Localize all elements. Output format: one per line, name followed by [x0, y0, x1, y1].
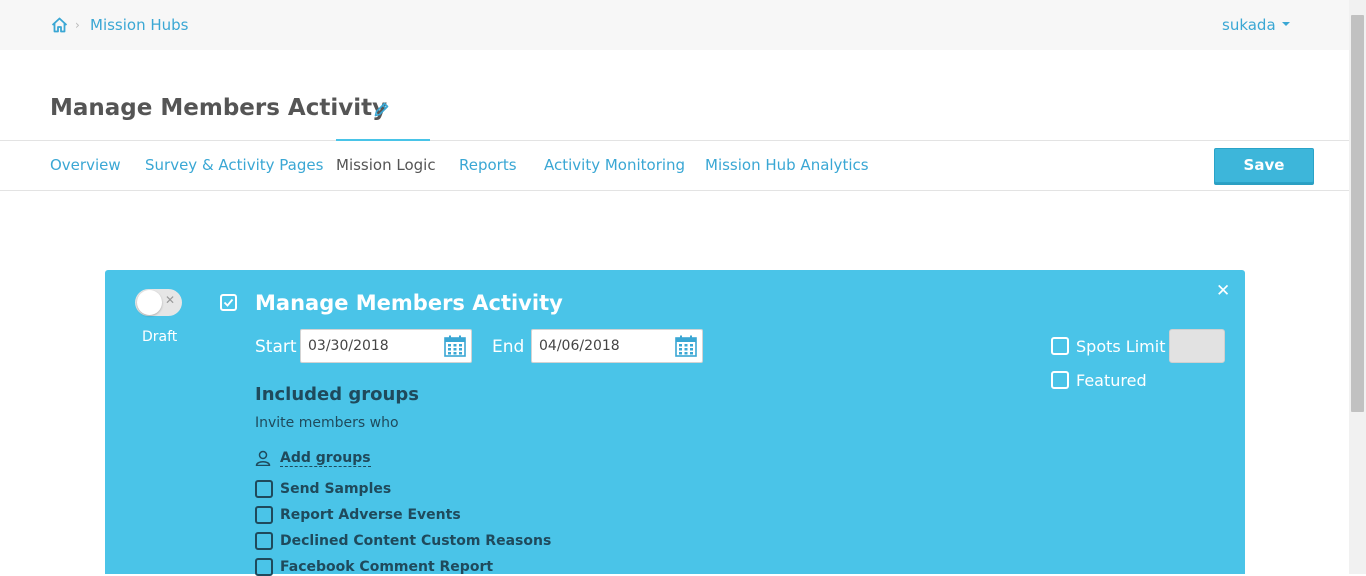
active-tab-indicator [336, 139, 430, 141]
tab-mission-hub-analytics[interactable]: Mission Hub Analytics [705, 156, 869, 174]
group-label: Facebook Comment Report [280, 559, 494, 575]
page-title: Manage Members Activity [50, 95, 388, 121]
calendar-icon[interactable] [444, 335, 466, 357]
top-bar: › Mission Hubs sukada [0, 0, 1349, 50]
scrollbar-thumb[interactable] [1351, 15, 1364, 412]
draft-label: Draft [142, 329, 178, 345]
activity-select-checkbox[interactable] [220, 294, 237, 311]
close-icon[interactable]: ✕ [1216, 281, 1230, 301]
draft-toggle[interactable]: ✕ [135, 289, 182, 316]
tab-mission-logic[interactable]: Mission Logic [336, 156, 436, 174]
save-button[interactable]: Save [1214, 148, 1314, 183]
breadcrumb-separator-icon: › [75, 18, 80, 32]
end-label: End [492, 337, 525, 357]
group-checkbox-declined-content[interactable] [255, 532, 273, 550]
toggle-off-icon: ✕ [165, 293, 176, 307]
pencil-icon[interactable] [373, 101, 390, 118]
tabs-divider-bottom [0, 190, 1349, 191]
tabs-divider-top [0, 140, 1349, 141]
user-menu[interactable]: sukada [1222, 16, 1290, 34]
spots-limit-label: Spots Limit [1076, 337, 1166, 356]
toggle-knob [137, 290, 162, 315]
invite-members-text: Invite members who [255, 415, 399, 431]
group-label: Send Samples [280, 481, 392, 497]
calendar-icon[interactable] [675, 335, 697, 357]
user-icon [255, 450, 271, 466]
group-label: Report Adverse Events [280, 507, 461, 523]
breadcrumb-mission-hubs[interactable]: Mission Hubs [90, 16, 188, 34]
tab-reports[interactable]: Reports [459, 156, 517, 174]
tab-overview[interactable]: Overview [50, 156, 121, 174]
tab-activity-monitoring[interactable]: Activity Monitoring [544, 156, 685, 174]
checkmark-icon [223, 298, 234, 307]
group-label: Declined Content Custom Reasons [280, 533, 552, 549]
featured-label: Featured [1076, 371, 1147, 390]
activity-title: Manage Members Activity [255, 291, 563, 315]
add-groups-link[interactable]: Add groups [280, 450, 371, 467]
start-label: Start [255, 337, 297, 357]
group-checkbox-report-adverse-events[interactable] [255, 506, 273, 524]
spots-limit-input[interactable] [1169, 329, 1225, 363]
home-icon[interactable] [51, 17, 68, 33]
spots-limit-checkbox[interactable] [1051, 337, 1069, 355]
group-checkbox-facebook-comment-report[interactable] [255, 558, 273, 576]
caret-down-icon [1281, 21, 1290, 26]
tab-survey-activity-pages[interactable]: Survey & Activity Pages [145, 156, 323, 174]
included-groups-heading: Included groups [255, 384, 419, 405]
featured-checkbox[interactable] [1051, 371, 1069, 389]
group-checkbox-send-samples[interactable] [255, 480, 273, 498]
username: sukada [1222, 16, 1276, 34]
